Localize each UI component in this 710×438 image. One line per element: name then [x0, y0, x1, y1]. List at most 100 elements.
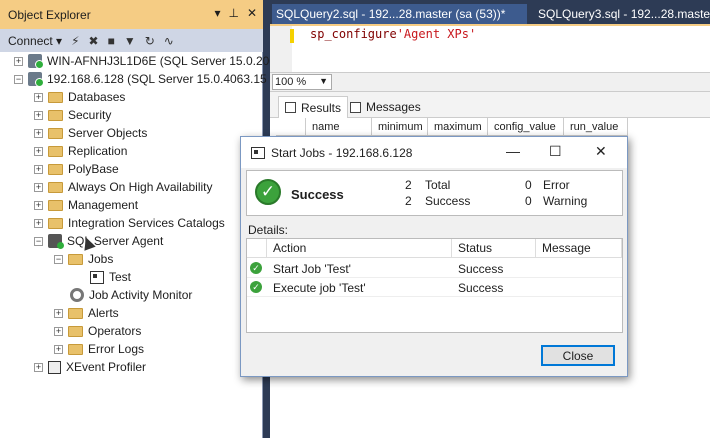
folder-icon [48, 91, 63, 103]
column-header-message[interactable]: Message [536, 239, 622, 258]
dropdown-icon[interactable]: ▾ [214, 6, 220, 20]
maximize-icon[interactable]: ☐ [549, 143, 562, 160]
row-action: Start Job 'Test' [273, 262, 351, 276]
expand-icon[interactable]: + [54, 326, 63, 336]
tab-sqlquery2[interactable]: SQLQuery2.sql - 192...28.master (sa (53)… [272, 4, 527, 24]
tab-label: SQLQuery3.sql - 192...28.master (s [538, 7, 710, 21]
close-button-label: Close [562, 348, 594, 363]
expand-icon[interactable]: + [14, 56, 23, 66]
zoom-value: 100 % [275, 76, 307, 88]
collapse-icon[interactable]: − [54, 254, 63, 264]
job-icon [90, 270, 104, 284]
tree-node-server-1[interactable]: + WIN-AFNHJ3L1D6E (SQL Server 15.0.200 [14, 52, 276, 70]
change-indicator [290, 29, 294, 43]
expand-icon[interactable]: + [34, 200, 43, 210]
column-header[interactable]: name [306, 118, 372, 136]
tree-node-label: Job Activity Monitor [89, 288, 193, 302]
tree-node-xevent-profiler[interactable]: + XEvent Profiler [34, 358, 146, 376]
column-header[interactable]: run_value [564, 118, 628, 136]
collapse-icon[interactable]: − [34, 236, 43, 246]
job-icon [251, 146, 265, 159]
query-editor[interactable]: sp_configure'Agent XPs' [270, 24, 710, 72]
pin-icon[interactable]: ⊥ [228, 6, 238, 20]
expand-icon[interactable]: + [34, 218, 43, 228]
disconnect-icon[interactable]: ✖ [89, 34, 99, 48]
activity-icon[interactable]: ∿ [164, 34, 174, 48]
close-icon[interactable]: ✕ [247, 6, 257, 20]
tree-node-server-2[interactable]: − 192.168.6.128 (SQL Server 15.0.4063.15… [14, 70, 274, 88]
code-line[interactable]: sp_configure'Agent XPs' [310, 27, 476, 41]
icon-column-header [247, 239, 267, 258]
tree-node-server-objects[interactable]: + Server Objects [34, 124, 147, 142]
expand-icon[interactable]: + [34, 146, 43, 156]
expand-icon[interactable]: + [34, 92, 43, 102]
tree-node-error-logs[interactable]: + Error Logs [54, 340, 144, 358]
zoom-select[interactable]: 100 % ▼ [272, 74, 332, 90]
tree-node-always-on[interactable]: + Always On High Availability [34, 178, 213, 196]
expand-icon[interactable]: + [34, 362, 43, 372]
refresh-icon[interactable]: ↻ [145, 34, 155, 48]
folder-icon [48, 199, 63, 211]
results-tab-strip: Results Messages [270, 92, 710, 118]
tree-node-label: Management [68, 198, 139, 212]
results-grid-header: name minimum maximum config_value run_va… [276, 118, 628, 136]
object-explorer-title: Object Explorer [8, 7, 91, 22]
tree-node-sql-server-agent[interactable]: − SQL Server Agent [34, 232, 163, 250]
column-header-status[interactable]: Status [452, 239, 536, 258]
tab-messages[interactable]: Messages [344, 96, 427, 118]
object-explorer-panel: Object Explorer ▾ ⊥ ✕ Connect ▾ ⚡ ✖ ■ ▼ … [0, 0, 276, 438]
success-count: 2 [405, 194, 412, 208]
total-label: Total [425, 178, 451, 192]
close-icon[interactable]: ✕ [595, 143, 607, 160]
tree-node-security[interactable]: + Security [34, 106, 111, 124]
expand-icon[interactable]: + [54, 344, 63, 354]
tab-results[interactable]: Results [278, 96, 349, 118]
close-button[interactable]: Close [541, 345, 615, 366]
column-header[interactable]: minimum [372, 118, 428, 136]
object-explorer-toolbar: Connect ▾ ⚡ ✖ ■ ▼ ↻ ∿ [0, 29, 263, 52]
tree-node-label: WIN-AFNHJ3L1D6E (SQL Server 15.0.200 [47, 54, 276, 68]
tree-node-databases[interactable]: + Databases [34, 88, 125, 106]
tree-node-management[interactable]: + Management [34, 196, 138, 214]
expand-icon[interactable]: + [34, 164, 43, 174]
table-row[interactable]: ✓ Start Job 'Test' Success [247, 259, 622, 278]
table-row[interactable]: ✓ Execute job 'Test' Success [247, 278, 622, 297]
folder-icon [48, 217, 63, 229]
column-header-action[interactable]: Action [267, 239, 452, 258]
column-header[interactable]: maximum [428, 118, 488, 136]
dialog-title: Start Jobs - 192.168.6.128 [271, 145, 413, 160]
tree-node-job-activity-monitor[interactable]: Job Activity Monitor [70, 286, 192, 304]
column-header[interactable]: config_value [488, 118, 564, 136]
chevron-down-icon: ▼ [319, 76, 328, 86]
tree-node-operators[interactable]: + Operators [54, 322, 141, 340]
warning-count: 0 [525, 194, 532, 208]
row-number-header [276, 118, 306, 136]
tab-sqlquery3[interactable]: SQLQuery3.sql - 192...28.master (s [538, 4, 710, 24]
details-label: Details: [248, 223, 289, 237]
connect-plug-icon[interactable]: ⚡ [71, 34, 79, 48]
success-label: Success [425, 194, 471, 208]
tree-node-job-test[interactable]: Test [90, 268, 131, 286]
collapse-icon[interactable]: − [14, 74, 23, 84]
expand-icon[interactable]: + [54, 308, 63, 318]
code-keyword: sp_configure [310, 27, 397, 41]
editor-tab-strip: SQLQuery2.sql - 192...28.master (sa (53)… [270, 0, 710, 24]
tree-node-replication[interactable]: + Replication [34, 142, 127, 160]
folder-icon [68, 325, 83, 337]
tree-node-polybase[interactable]: + PolyBase [34, 160, 119, 178]
tree-node-label: Operators [88, 324, 142, 338]
details-table: Action Status Message ✓ Start Job 'Test'… [246, 238, 623, 333]
filter-icon[interactable]: ▼ [124, 34, 136, 48]
connect-button[interactable]: Connect ▾ [8, 34, 62, 48]
minimize-icon[interactable]: — [506, 143, 520, 159]
expand-icon[interactable]: + [34, 110, 43, 120]
folder-icon [48, 109, 63, 121]
tree-node-integration-services[interactable]: + Integration Services Catalogs [34, 214, 225, 232]
expand-icon[interactable]: + [34, 182, 43, 192]
stop-icon[interactable]: ■ [108, 34, 115, 48]
tab-label: Results [301, 100, 342, 115]
expand-icon[interactable]: + [34, 128, 43, 138]
tree-node-alerts[interactable]: + Alerts [54, 304, 119, 322]
tree-node-jobs[interactable]: − Jobs [54, 250, 113, 268]
folder-icon [68, 307, 83, 319]
